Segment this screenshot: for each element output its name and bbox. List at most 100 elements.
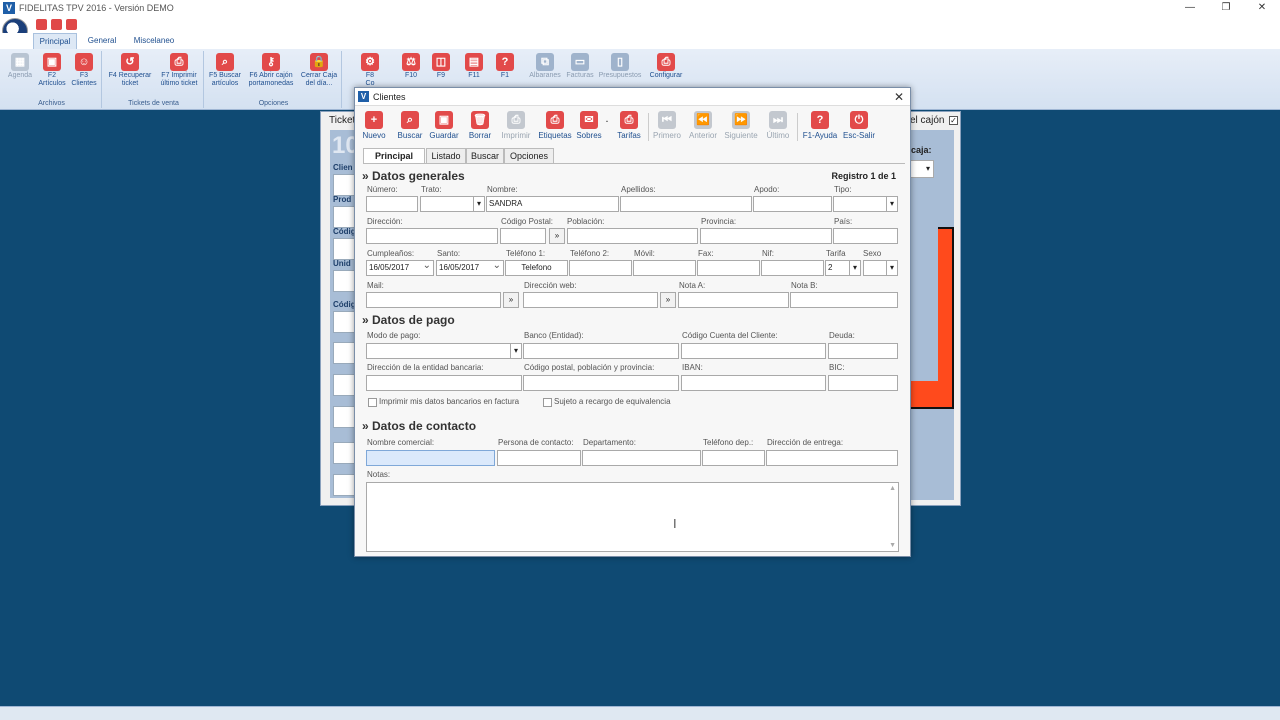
fax-field[interactable]	[697, 260, 760, 276]
minimize-button[interactable]: —	[1172, 0, 1208, 16]
tab-principal[interactable]: Principal	[33, 33, 77, 49]
pais-field[interactable]	[833, 228, 898, 244]
imprimir-ultimo-button[interactable]: ⎙ F7 Imprimir último ticket	[154, 53, 204, 88]
nota-a-field[interactable]	[678, 292, 789, 308]
banco-field[interactable]	[523, 343, 679, 359]
deuda-field[interactable]	[828, 343, 898, 359]
siguiente-button[interactable]: ⏩ Siguiente	[722, 111, 760, 140]
ayuda-button[interactable]: ? F1-Ayuda	[801, 111, 839, 140]
telefono1-field[interactable]: Telefono	[505, 260, 568, 276]
side-field-6[interactable]	[333, 342, 355, 364]
f1-button[interactable]: ? F1	[493, 53, 517, 80]
f10-button[interactable]: ⚖ F10	[399, 53, 423, 80]
side-field-9[interactable]	[333, 442, 355, 464]
presupuestos-button[interactable]: ▯ Presupuestos	[596, 53, 644, 80]
sexo-select[interactable]	[863, 260, 898, 276]
scroll-up-icon[interactable]: ▲	[889, 485, 896, 492]
salir-button[interactable]: ⏻ Esc-Salir	[841, 111, 877, 140]
side-field-codigo-2[interactable]	[333, 311, 355, 333]
dir-banco-field[interactable]	[366, 375, 522, 391]
f9-button[interactable]: ◫ F9	[429, 53, 453, 80]
poblacion-field[interactable]	[567, 228, 698, 244]
provincia-field[interactable]	[700, 228, 832, 244]
recargo-checkbox[interactable]	[543, 398, 552, 407]
abrir-cajon-button[interactable]: ⚷ F6 Abrir cajón portamonedas	[244, 53, 298, 88]
side-field-codigo[interactable]	[333, 238, 355, 260]
scroll-down-icon[interactable]: ▼	[889, 542, 896, 549]
close-button[interactable]: ✕	[1244, 0, 1280, 16]
trato-select[interactable]	[420, 196, 485, 212]
quick-save-icon[interactable]	[51, 19, 62, 30]
articulos-button[interactable]: ▣ F2 Artículos	[36, 53, 68, 88]
telefono-dep-field[interactable]	[702, 450, 765, 466]
mail-field[interactable]	[366, 292, 501, 308]
quick-new-icon[interactable]	[36, 19, 47, 30]
codigo-postal-field[interactable]	[500, 228, 546, 244]
side-field-unidades[interactable]	[333, 270, 355, 292]
side-field-cliente[interactable]	[333, 174, 355, 196]
dir-entrega-field[interactable]	[766, 450, 898, 466]
f8-button[interactable]: ⚙ F8 Co	[358, 53, 382, 88]
side-field-8[interactable]	[333, 406, 355, 428]
primero-button[interactable]: ⏮ Primero	[651, 111, 683, 140]
borrar-button[interactable]: 🗑 Borrar	[465, 111, 495, 140]
caja-select[interactable]: ▾	[909, 160, 934, 178]
santo-date[interactable]: 16/05/2017	[436, 259, 504, 276]
clientes-button[interactable]: ☺ F3 Clientes	[68, 53, 100, 88]
departamento-field[interactable]	[582, 450, 701, 466]
iban-field[interactable]	[681, 375, 826, 391]
tab-principal[interactable]: Principal	[363, 148, 425, 164]
direccion-field[interactable]	[366, 228, 498, 244]
tab-buscar[interactable]: Buscar	[466, 148, 504, 164]
persona-field[interactable]	[497, 450, 581, 466]
albaranes-button[interactable]: ⧉ Albaranes	[526, 53, 564, 80]
cerrar-caja-button[interactable]: 🔒 Cerrar Caja del día...	[298, 53, 340, 88]
guardar-button[interactable]: ▣ Guardar	[428, 111, 460, 140]
cumpleanos-date[interactable]: 16/05/2017	[366, 259, 434, 276]
telefono2-field[interactable]	[569, 260, 632, 276]
tab-listado[interactable]: Listado	[426, 148, 466, 164]
side-field-7[interactable]	[333, 374, 355, 396]
imprimir-bancarios-checkbox[interactable]	[368, 398, 377, 407]
restore-button[interactable]: ❐	[1208, 0, 1244, 16]
tarifas-button[interactable]: ⎙ Tarifas	[614, 111, 644, 140]
cuenta-field[interactable]	[681, 343, 826, 359]
agenda-button[interactable]: ▦ Agenda	[4, 53, 36, 80]
cajon-checkbox[interactable]: ✓	[949, 116, 958, 125]
numero-field[interactable]	[366, 196, 418, 212]
modo-pago-select[interactable]	[366, 343, 522, 359]
f11-button[interactable]: ▤ F11	[462, 53, 486, 80]
side-field-producto[interactable]	[333, 206, 355, 228]
quick-print-icon[interactable]	[66, 19, 77, 30]
sobres-button[interactable]: ✉ Sobres	[575, 111, 603, 140]
dialog-close-button[interactable]: ✕	[894, 90, 904, 104]
web-field[interactable]	[523, 292, 658, 308]
nota-b-field[interactable]	[790, 292, 898, 308]
anterior-button[interactable]: ⏪ Anterior	[685, 111, 721, 140]
recuperar-ticket-button[interactable]: ↺ F4 Recuperar ticket	[104, 53, 156, 88]
nombre-field[interactable]: SANDRA	[486, 196, 619, 212]
cp-banco-field[interactable]	[523, 375, 679, 391]
side-field-10[interactable]	[333, 474, 355, 496]
etiquetas-button[interactable]: ⎙ Etiquetas	[536, 111, 574, 140]
nif-field[interactable]	[761, 260, 824, 276]
imprimir-button[interactable]: ⎙ Imprimir	[498, 111, 534, 140]
tab-miscelaneo[interactable]: Miscelaneo	[128, 33, 180, 49]
tab-opciones[interactable]: Opciones	[504, 148, 554, 164]
sobres-dropdown[interactable]: .	[604, 115, 610, 124]
movil-field[interactable]	[633, 260, 696, 276]
tipo-select[interactable]	[833, 196, 898, 212]
bic-field[interactable]	[828, 375, 898, 391]
ultimo-button[interactable]: ⏭ Último	[763, 111, 793, 140]
web-open-button[interactable]: »	[660, 292, 676, 308]
facturas-button[interactable]: ▭ Facturas	[564, 53, 596, 80]
tab-general[interactable]: General	[83, 33, 121, 49]
buscar-button[interactable]: ⌕ Buscar	[395, 111, 425, 140]
buscar-articulos-button[interactable]: ⌕ F5 Buscar artículos	[206, 53, 244, 88]
mail-send-button[interactable]: »	[503, 292, 519, 308]
nombre-comercial-field[interactable]	[366, 450, 495, 466]
notas-textarea[interactable]: ▲ ▼	[366, 482, 899, 552]
apellidos-field[interactable]	[620, 196, 752, 212]
apodo-field[interactable]	[753, 196, 832, 212]
codigo-postal-lookup-button[interactable]: »	[549, 228, 565, 244]
